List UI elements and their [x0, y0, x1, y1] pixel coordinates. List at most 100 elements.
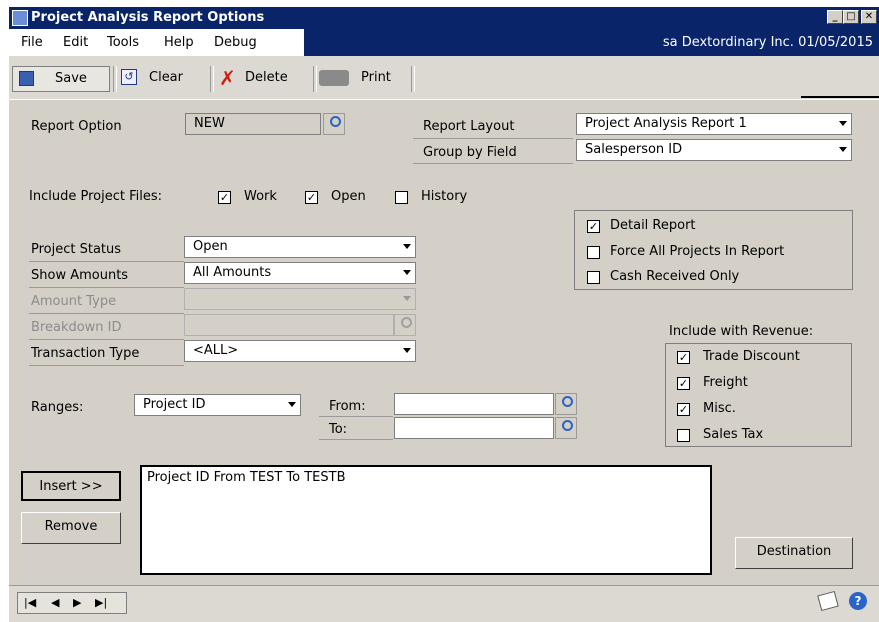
report-option-value: NEW [194, 116, 225, 131]
breakdown-id-label: Breakdown ID [31, 320, 122, 335]
row-divider [29, 313, 184, 314]
minimize-button[interactable]: _ [827, 10, 843, 24]
chevron-down-icon [403, 270, 411, 275]
insert-button[interactable]: Insert >> [21, 471, 121, 501]
maximize-button[interactable]: □ [843, 10, 859, 24]
menu-edit[interactable]: Edit [63, 35, 88, 50]
group-by-value: Salesperson ID [585, 142, 683, 157]
insert-label: Insert >> [39, 479, 103, 494]
record-navigator: |◀ ◀ ▶ ▶| [17, 592, 127, 614]
project-status-dropdown[interactable]: Open [184, 236, 416, 258]
clear-button[interactable]: ↺ Clear [119, 66, 207, 90]
from-lookup-button[interactable] [555, 393, 577, 415]
detail-report-checkbox[interactable]: ✓ [587, 220, 600, 233]
work-label: Work [244, 189, 277, 204]
chevron-down-icon [839, 121, 847, 126]
magnifier-icon [562, 420, 573, 431]
report-layout-dropdown[interactable]: Project Analysis Report 1 [576, 113, 852, 135]
app-icon [12, 10, 28, 26]
to-label: To: [329, 422, 348, 437]
print-button[interactable]: Print [319, 66, 407, 90]
destination-button[interactable]: Destination [735, 537, 853, 569]
last-record-icon[interactable]: ▶| [95, 596, 107, 609]
history-checkbox[interactable] [395, 191, 408, 204]
user-company-date-bar: sa Dextordinary Inc. 01/05/2015 [304, 29, 879, 56]
destination-label: Destination [756, 544, 832, 559]
close-button[interactable]: ✕ [861, 10, 877, 24]
misc-label: Misc. [703, 401, 736, 416]
to-lookup-button[interactable] [555, 417, 577, 439]
printer-icon [319, 70, 349, 86]
row-divider [319, 416, 393, 417]
cash-received-only-label: Cash Received Only [610, 269, 740, 284]
project-status-label: Project Status [31, 242, 122, 257]
note-icon[interactable] [817, 590, 839, 612]
transaction-type-value: <ALL> [193, 343, 239, 358]
report-options-window: Project Analysis Report Options _ □ ✕ Fi… [9, 7, 879, 622]
magnifier-icon [330, 116, 341, 127]
to-field[interactable] [394, 417, 554, 439]
menu-help[interactable]: Help [164, 35, 194, 50]
detail-report-label: Detail Report [610, 218, 696, 233]
restriction-item[interactable]: Project ID From TEST To TESTB [147, 470, 346, 485]
chevron-down-icon [288, 402, 296, 407]
trade-discount-label: Trade Discount [703, 349, 800, 364]
group-by-dropdown[interactable]: Salesperson ID [576, 139, 852, 161]
delete-button[interactable]: ✗ Delete [217, 66, 311, 90]
ranges-label: Ranges: [31, 400, 84, 415]
clear-label: Clear [149, 70, 183, 85]
open-checkbox[interactable]: ✓ [305, 191, 318, 204]
next-record-icon[interactable]: ▶ [73, 596, 81, 609]
chevron-down-icon [403, 296, 411, 301]
save-label: Save [55, 71, 87, 86]
menu-debug[interactable]: Debug [214, 35, 257, 50]
clear-icon: ↺ [121, 69, 137, 85]
transaction-type-dropdown[interactable]: <ALL> [184, 340, 416, 362]
ranges-dropdown[interactable]: Project ID [134, 394, 301, 416]
row-divider [319, 439, 393, 440]
row-divider [29, 261, 184, 262]
delete-icon: ✗ [219, 66, 236, 90]
show-amounts-value: All Amounts [193, 265, 272, 280]
force-all-projects-label: Force All Projects In Report [610, 244, 785, 259]
row-divider [413, 163, 573, 164]
show-amounts-dropdown[interactable]: All Amounts [184, 262, 416, 284]
misc-checkbox[interactable]: ✓ [677, 403, 690, 416]
chevron-down-icon [403, 348, 411, 353]
toolbar-separator [210, 66, 214, 92]
help-icon[interactable]: ? [849, 592, 867, 610]
report-flags-group: ✓ Detail Report Force All Projects In Re… [574, 210, 853, 290]
save-icon [19, 71, 34, 86]
freight-checkbox[interactable]: ✓ [677, 377, 690, 390]
amount-type-label: Amount Type [31, 294, 117, 309]
force-all-projects-checkbox[interactable] [587, 246, 600, 259]
sales-tax-label: Sales Tax [703, 427, 764, 442]
user-company-date: sa Dextordinary Inc. 01/05/2015 [662, 35, 873, 50]
history-label: History [421, 189, 468, 204]
report-layout-label: Report Layout [423, 119, 515, 134]
remove-button[interactable]: Remove [21, 512, 121, 544]
toolbar-divider [801, 96, 879, 98]
row-divider [29, 339, 184, 340]
menu-tools[interactable]: Tools [107, 35, 139, 50]
work-checkbox[interactable]: ✓ [218, 191, 231, 204]
ranges-value: Project ID [143, 397, 206, 412]
row-divider [29, 287, 184, 288]
trade-discount-checkbox[interactable]: ✓ [677, 351, 690, 364]
toolbar-separator [113, 66, 117, 92]
previous-record-icon[interactable]: ◀ [51, 596, 59, 609]
from-label: From: [329, 399, 366, 414]
open-label: Open [331, 189, 366, 204]
report-option-field[interactable]: NEW [185, 113, 321, 135]
magnifier-icon [401, 317, 412, 328]
cash-received-only-checkbox[interactable] [587, 271, 600, 284]
save-button[interactable]: Save [12, 66, 110, 92]
breakdown-id-field [184, 314, 394, 336]
from-field[interactable] [394, 393, 554, 415]
toolbar-separator [313, 66, 317, 92]
sales-tax-checkbox[interactable] [677, 429, 690, 442]
menu-file[interactable]: File [21, 35, 43, 50]
first-record-icon[interactable]: |◀ [24, 596, 36, 609]
report-option-lookup-button[interactable] [323, 113, 345, 135]
restrictions-list[interactable]: Project ID From TEST To TESTB [140, 465, 712, 575]
